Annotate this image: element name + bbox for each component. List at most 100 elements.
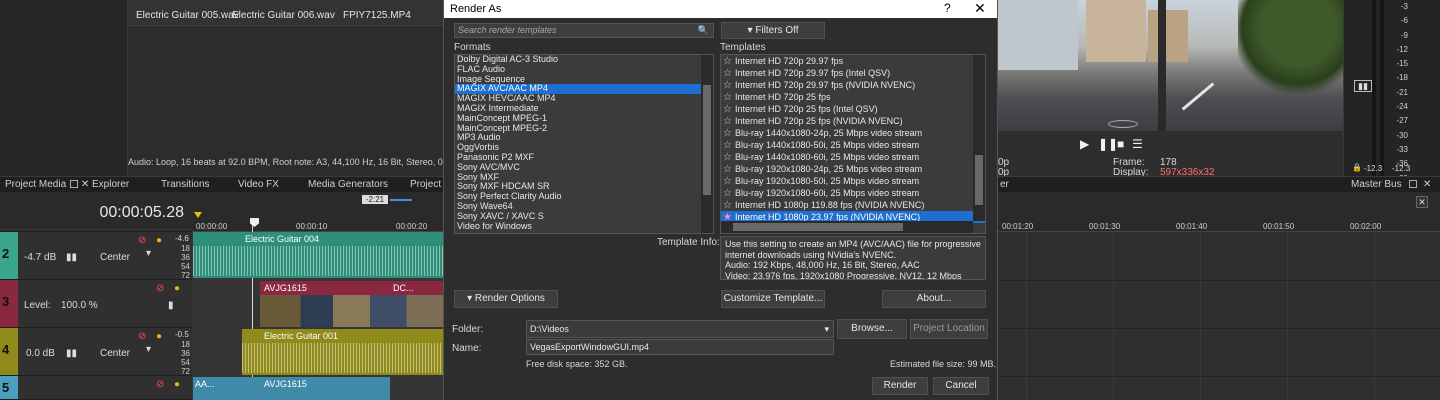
marker-badge[interactable]: -2:21 <box>362 195 388 204</box>
master-meter-r <box>1380 0 1384 176</box>
template-label: Internet HD 720p 25 fps (Intel QSV) <box>735 104 878 114</box>
templates-list[interactable]: ☆ Internet HD 720p 29.97 fps ☆ Internet HD … <box>720 54 986 234</box>
lock-icon[interactable]: 🔒 <box>1352 163 1362 172</box>
search-icon[interactable]: 🔍 <box>698 25 709 36</box>
close-icon[interactable]: ✕ <box>1416 196 1428 208</box>
templates-scrollbar[interactable] <box>973 55 985 221</box>
render-button[interactable]: Render <box>872 377 928 395</box>
close-button[interactable]: ✕ <box>974 0 986 17</box>
meter-link-button[interactable]: ▮▮ <box>1354 80 1372 92</box>
mute-icon[interactable]: ⊘ <box>156 379 164 390</box>
track-header-audio-4[interactable]: 4 ⊘ ● -0.5 0.0 dB ▮▮ Center ▾ 18 36 54 72 <box>0 328 192 376</box>
tab-media-generators[interactable]: Media Generators <box>308 179 388 190</box>
template-item[interactable]: ☆ Blu-ray 1440x1080-24p, 25 Mbps video st… <box>721 127 985 139</box>
track-color-strip: 2 <box>0 232 18 279</box>
db-tick: -33 <box>1396 144 1408 154</box>
templates-hscrollbar[interactable] <box>721 221 973 233</box>
volume-value[interactable]: 0.0 dB <box>26 348 55 359</box>
close-icon[interactable]: ✕ <box>81 179 89 190</box>
tab-transitions[interactable]: Transitions <box>161 179 210 190</box>
template-item[interactable]: ☆ Internet HD 1080p 119.88 fps (NVIDIA NV… <box>721 199 985 211</box>
meter-scale: 18 36 54 72 <box>181 340 190 376</box>
tab-project-media[interactable]: Project Media ✕ <box>5 179 89 190</box>
building <box>998 0 1078 70</box>
video-clip-avjg1615[interactable]: AVJG1615 DC... <box>260 281 443 327</box>
template-info-line: Audio: 192 Kbps, 48,000 Hz, 16 Bit, Ster… <box>725 260 920 270</box>
tab-video-fx[interactable]: Video FX <box>238 179 279 190</box>
name-input[interactable]: VegasExportWindowGUI.mp4 <box>526 339 834 355</box>
filters-button[interactable]: ▾ Filters Off <box>721 22 825 39</box>
customize-template-button[interactable]: Customize Template... <box>721 290 825 308</box>
start-marker-icon[interactable] <box>194 212 202 218</box>
template-item[interactable]: ☆ Blu-ray 1920x1080-24p, 25 Mbps video st… <box>721 163 985 175</box>
solo-icon[interactable]: ● <box>156 331 162 342</box>
waveform <box>193 246 443 276</box>
project-location-button[interactable]: Project Location <box>910 319 988 339</box>
pan-dropdown-icon[interactable]: ▾ <box>146 248 151 259</box>
play-icon[interactable]: ▶ <box>1080 137 1089 151</box>
timeline-ruler[interactable]: -2:21 00:00:00 00:00:10 00:00:20 <box>192 192 443 232</box>
formats-scrollbar[interactable] <box>701 55 713 233</box>
timeline-ruler-right[interactable]: 00:01:20 00:01:30 00:01:40 00:01:50 00:0… <box>998 192 1440 232</box>
volume-value[interactable]: -4.7 dB <box>24 252 56 263</box>
template-item[interactable]: ☆ Internet HD 720p 25 fps <box>721 91 985 103</box>
search-input[interactable]: Search render templates 🔍 <box>454 23 714 38</box>
template-item[interactable]: ☆ Internet HD 720p 25 fps (Intel QSV) <box>721 103 985 115</box>
level-value[interactable]: 100.0 % <box>61 300 98 311</box>
tab-trimmer[interactable]: er <box>1000 179 1009 190</box>
template-item[interactable]: ☆ Internet HD 720p 29.97 fps <box>721 55 985 67</box>
render-options-button[interactable]: ▾ Render Options <box>454 290 558 308</box>
gridline <box>1200 232 1201 400</box>
pan-value[interactable]: Center <box>100 348 130 359</box>
track-header-audio-2[interactable]: 2 ⊘ ● -4.6 -4.7 dB ▮▮ Center ▾ 18 36 54 72 <box>0 232 192 280</box>
audio-clip-guitar-004[interactable]: Electric Guitar 004 <box>193 232 443 278</box>
audio-clip-guitar-001[interactable]: Electric Guitar 001 <box>242 329 443 375</box>
templates-label: Templates <box>720 42 766 53</box>
media-thumb-3[interactable]: FPIY7125.MP4 <box>343 10 411 21</box>
close-icon[interactable]: ✕ <box>1423 179 1431 190</box>
folder-dropdown[interactable]: D:\Videos ▾ <box>526 320 834 338</box>
about-button[interactable]: About... <box>882 290 986 308</box>
pan-dropdown-icon[interactable]: ▾ <box>146 344 151 355</box>
volume-slider-thumb[interactable]: ▮▮ <box>66 348 77 359</box>
pause-icon[interactable]: ❚❚ <box>1098 137 1118 151</box>
master-meter-l <box>1372 0 1376 176</box>
format-item[interactable]: Video for Windows <box>455 221 713 232</box>
template-item[interactable]: ☆ Internet HD 720p 29.97 fps (Intel QSV) <box>721 67 985 79</box>
mute-icon[interactable]: ⊘ <box>138 331 146 342</box>
scroll-thumb[interactable] <box>733 223 903 231</box>
menu-icon[interactable]: ☰ <box>1132 137 1143 151</box>
media-thumb-2[interactable]: Electric Guitar 006.wav <box>232 10 335 21</box>
video-clip-avjg1615-2[interactable]: AVJG1615 <box>260 377 390 400</box>
solo-icon[interactable]: ● <box>174 283 180 294</box>
track-header-5[interactable]: 5 ⊘ ● <box>0 376 192 400</box>
video-clip-aa[interactable]: AA... <box>193 377 261 400</box>
solo-icon[interactable]: ● <box>156 235 162 246</box>
template-item[interactable]: ☆ Blu-ray 1440x1080-50i, 25 Mbps video st… <box>721 139 985 151</box>
scroll-thumb[interactable] <box>703 85 711 195</box>
template-item[interactable]: ☆ Internet HD 720p 25 fps (NVIDIA NVENC) <box>721 115 985 127</box>
template-item[interactable]: ☆ Internet HD 720p 29.97 fps (NVIDIA NVEN… <box>721 79 985 91</box>
media-thumb-1[interactable]: Electric Guitar 005.wav <box>136 10 239 21</box>
solo-icon[interactable]: ● <box>174 379 180 390</box>
loop-region[interactable] <box>390 199 412 201</box>
stop-icon[interactable]: ■ <box>1117 137 1124 151</box>
undock-icon[interactable] <box>70 180 79 188</box>
level-slider-thumb[interactable]: ▮ <box>168 300 174 311</box>
mute-icon[interactable]: ⊘ <box>156 283 164 294</box>
mute-icon[interactable]: ⊘ <box>138 235 146 246</box>
pan-value[interactable]: Center <box>100 252 130 263</box>
track-header-video-3[interactable]: 3 ⊘ ● Level: 100.0 % ▮ <box>0 280 192 328</box>
volume-slider-thumb[interactable]: ▮▮ <box>66 252 77 263</box>
tab-explorer[interactable]: Explorer <box>92 179 129 190</box>
template-item[interactable]: ☆ Blu-ray 1920x1080-50i, 25 Mbps video st… <box>721 175 985 187</box>
template-item[interactable]: ☆ Blu-ray 1920x1080-60i, 25 Mbps video st… <box>721 187 985 199</box>
gridline <box>1113 232 1114 400</box>
template-item[interactable]: ☆ Blu-ray 1440x1080-60i, 25 Mbps video st… <box>721 151 985 163</box>
help-button[interactable]: ? <box>944 1 951 15</box>
scroll-thumb[interactable] <box>975 155 983 205</box>
cancel-button[interactable]: Cancel <box>933 377 989 395</box>
undock-icon[interactable] <box>1405 179 1417 190</box>
formats-list[interactable]: Dolby Digital AC-3 Studio FLAC Audio Image… <box>454 54 714 234</box>
browse-button[interactable]: Browse... <box>837 319 907 339</box>
